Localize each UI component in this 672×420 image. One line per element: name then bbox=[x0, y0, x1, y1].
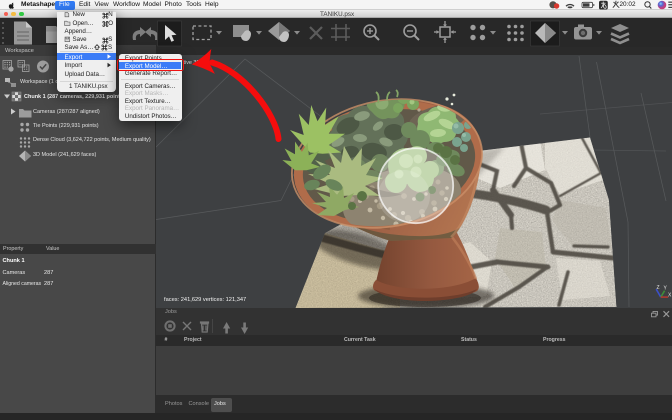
svg-text:Z: Z bbox=[657, 285, 660, 291]
